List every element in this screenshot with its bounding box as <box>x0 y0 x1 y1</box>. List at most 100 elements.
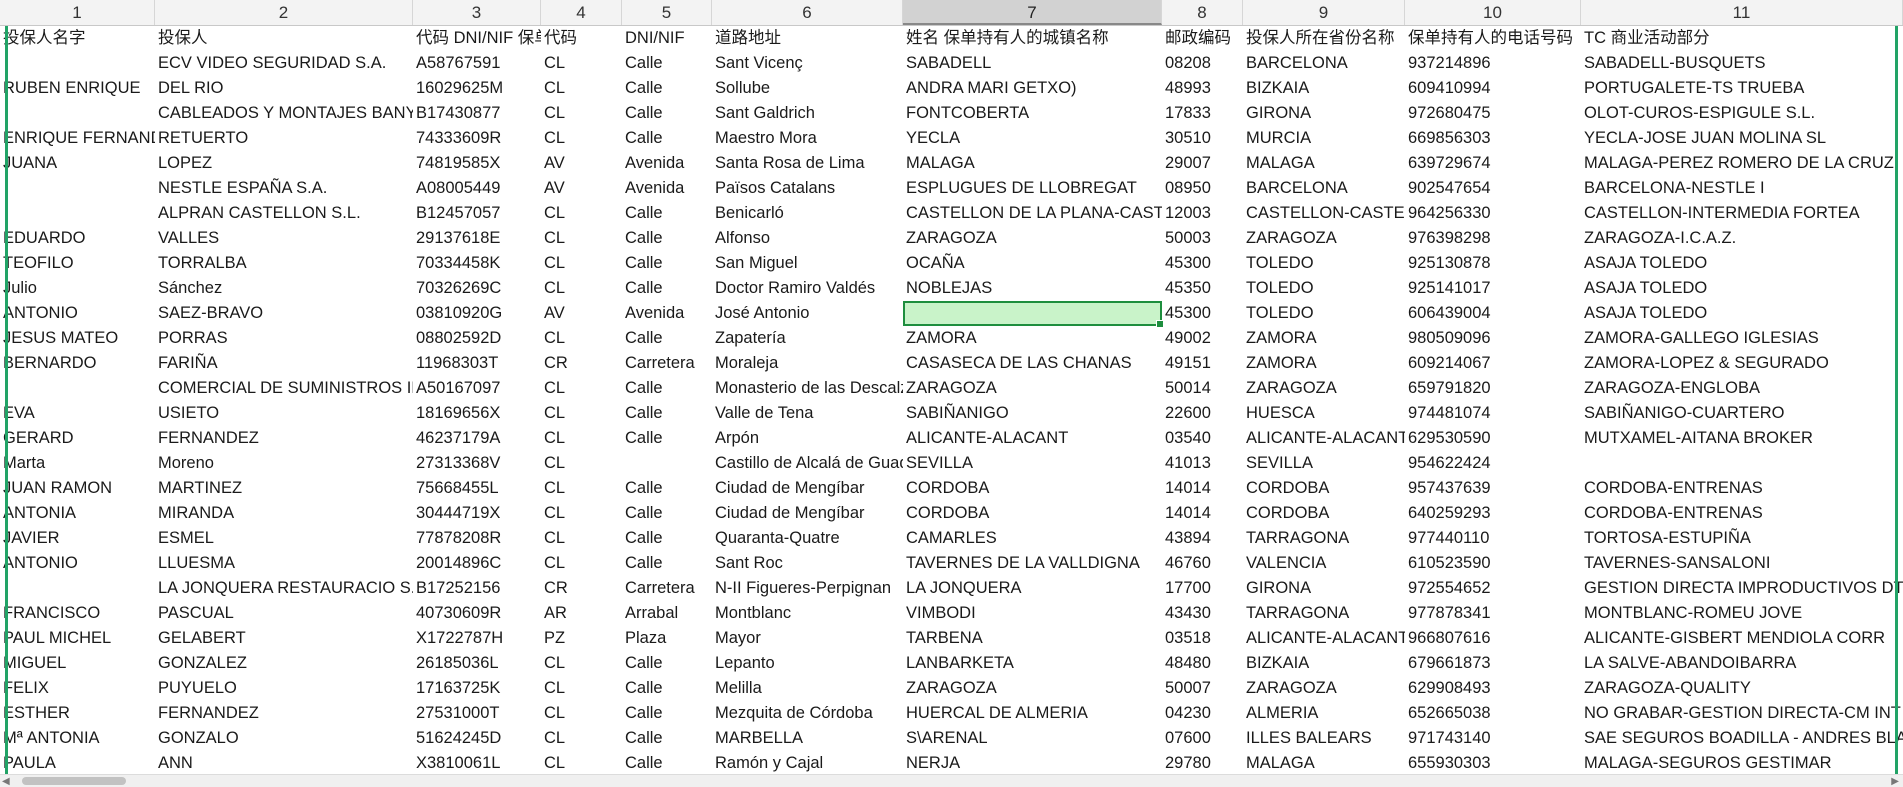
table-cell[interactable]: CL <box>541 476 622 501</box>
table-cell[interactable]: ZARAGOZA <box>903 676 1162 701</box>
table-cell[interactable]: 08802592D <box>413 326 541 351</box>
table-cell[interactable]: 902547654 <box>1405 176 1581 201</box>
table-cell[interactable]: LOPEZ <box>155 151 413 176</box>
table-cell[interactable]: CL <box>541 726 622 751</box>
table-cell[interactable]: 964256330 <box>1405 201 1581 226</box>
column-header-8[interactable]: 8 <box>1162 0 1243 25</box>
table-cell[interactable]: Doctor Ramiro Valdés <box>712 276 903 301</box>
table-cell[interactable]: ANDRA MARI GETXO) <box>903 76 1162 101</box>
table-cell[interactable]: 976398298 <box>1405 226 1581 251</box>
table-cell[interactable]: 51624245D <box>413 726 541 751</box>
table-cell[interactable]: 609410994 <box>1405 76 1581 101</box>
table-cell[interactable]: Calle <box>622 76 712 101</box>
table-cell[interactable]: 925130878 <box>1405 251 1581 276</box>
table-cell[interactable]: 30444719X <box>413 501 541 526</box>
table-cell[interactable]: Mª ANTONIA <box>0 726 155 751</box>
table-cell[interactable]: CORDOBA <box>1243 501 1405 526</box>
table-cell[interactable]: Melilla <box>712 676 903 701</box>
horizontal-scrollbar[interactable]: ◀ ▶ <box>0 774 1903 787</box>
table-cell[interactable]: Mezquita de Córdoba <box>712 701 903 726</box>
table-cell[interactable]: ZAMORA <box>903 326 1162 351</box>
table-cell[interactable]: 29780 <box>1162 751 1243 773</box>
table-cell[interactable]: MURCIA <box>1243 126 1405 151</box>
table-cell[interactable]: 74333609R <box>413 126 541 151</box>
table-cell[interactable]: CL <box>541 551 622 576</box>
table-cell[interactable]: TAVERNES-SANSALONI <box>1581 551 1903 576</box>
table-cell[interactable]: ALPRAN CASTELLON S.L. <box>155 201 413 226</box>
table-cell[interactable]: NOBLEJAS <box>903 276 1162 301</box>
table-cell[interactable]: TOLEDO <box>1243 276 1405 301</box>
table-cell[interactable]: 08208 <box>1162 51 1243 76</box>
table-cell[interactable]: TEOFILO <box>0 251 155 276</box>
table-cell[interactable]: 27531000T <box>413 701 541 726</box>
table-cell[interactable]: Avenida <box>622 301 712 326</box>
table-cell[interactable]: CAMARLES <box>903 526 1162 551</box>
table-cell[interactable]: SAEZ-BRAVO <box>155 301 413 326</box>
header-cell[interactable]: 投保人名字 <box>0 26 155 51</box>
table-cell[interactable] <box>0 376 155 401</box>
scroll-left-icon[interactable]: ◀ <box>2 776 10 787</box>
table-cell[interactable]: San Miguel <box>712 251 903 276</box>
column-header-4[interactable]: 4 <box>541 0 622 25</box>
table-cell[interactable]: CORDOBA-ENTRENAS <box>1581 476 1903 501</box>
table-cell[interactable]: CORDOBA <box>903 501 1162 526</box>
table-cell[interactable]: SABIÑANIGO <box>903 401 1162 426</box>
table-cell[interactable]: ENRIQUE FERNANDO <box>0 126 155 151</box>
table-cell[interactable]: Moreno <box>155 451 413 476</box>
table-cell[interactable]: VALLES <box>155 226 413 251</box>
table-cell[interactable]: FERNANDEZ <box>155 701 413 726</box>
table-cell[interactable]: NERJA <box>903 751 1162 773</box>
table-cell[interactable]: CL <box>541 276 622 301</box>
table-cell[interactable]: Carretera <box>622 576 712 601</box>
table-cell[interactable]: Sollube <box>712 76 903 101</box>
column-header-7[interactable]: 7 <box>903 0 1162 25</box>
table-cell[interactable]: ALMERIA <box>1243 701 1405 726</box>
header-cell[interactable]: 保单持有人的电话号码 <box>1405 26 1581 51</box>
table-cell[interactable]: VIMBODI <box>903 601 1162 626</box>
table-cell[interactable]: ZARAGOZA <box>1243 676 1405 701</box>
table-cell[interactable]: 22600 <box>1162 401 1243 426</box>
table-cell[interactable]: 45300 <box>1162 251 1243 276</box>
table-cell[interactable]: CASTELLON-INTERMEDIA FORTEA <box>1581 201 1903 226</box>
table-cell[interactable]: 11968303T <box>413 351 541 376</box>
table-cell[interactable]: GERARD <box>0 426 155 451</box>
table-cell[interactable]: BARCELONA-NESTLE I <box>1581 176 1903 201</box>
table-cell[interactable]: Zapatería <box>712 326 903 351</box>
header-cell[interactable]: 道路地址 <box>712 26 903 51</box>
table-cell[interactable]: Ciudad de Mengíbar <box>712 476 903 501</box>
table-cell[interactable]: 652665038 <box>1405 701 1581 726</box>
table-cell[interactable]: ANTONIO <box>0 551 155 576</box>
table-cell[interactable]: HUESCA <box>1243 401 1405 426</box>
table-cell[interactable]: Calle <box>622 701 712 726</box>
table-cell[interactable]: CL <box>541 51 622 76</box>
table-cell[interactable]: Plaza <box>622 626 712 651</box>
table-cell[interactable]: 46237179A <box>413 426 541 451</box>
table-cell[interactable]: Julio <box>0 276 155 301</box>
table-cell[interactable]: B12457057 <box>413 201 541 226</box>
table-cell[interactable]: 14014 <box>1162 476 1243 501</box>
table-cell[interactable]: FELIX <box>0 676 155 701</box>
table-cell[interactable]: 629530590 <box>1405 426 1581 451</box>
table-cell[interactable]: EDUARDO <box>0 226 155 251</box>
table-cell[interactable]: 17833 <box>1162 101 1243 126</box>
table-cell[interactable]: 50014 <box>1162 376 1243 401</box>
table-cell[interactable]: Calle <box>622 401 712 426</box>
table-cell[interactable]: 17163725K <box>413 676 541 701</box>
table-cell[interactable]: GIRONA <box>1243 576 1405 601</box>
table-cell[interactable]: CL <box>541 401 622 426</box>
table-cell[interactable]: ZARAGOZA-I.C.A.Z. <box>1581 226 1903 251</box>
table-cell[interactable]: TAVERNES DE LA VALLDIGNA <box>903 551 1162 576</box>
header-cell[interactable]: 投保人所在省份名称 <box>1243 26 1405 51</box>
header-cell[interactable]: 代码 <box>541 26 622 51</box>
table-cell[interactable]: Sant Galdrich <box>712 101 903 126</box>
table-cell[interactable]: MALAGA <box>1243 151 1405 176</box>
table-cell[interactable]: LLUESMA <box>155 551 413 576</box>
table-cell[interactable]: 954622424 <box>1405 451 1903 476</box>
table-cell[interactable]: AV <box>541 176 622 201</box>
table-cell[interactable]: ECV VIDEO SEGURIDAD S.A. <box>155 51 413 76</box>
table-cell[interactable]: CL <box>541 526 622 551</box>
table-cell[interactable]: 40730609R <box>413 601 541 626</box>
header-cell[interactable]: 邮政编码 <box>1162 26 1243 51</box>
table-cell[interactable]: 12003 <box>1162 201 1243 226</box>
table-cell[interactable]: CR <box>541 351 622 376</box>
